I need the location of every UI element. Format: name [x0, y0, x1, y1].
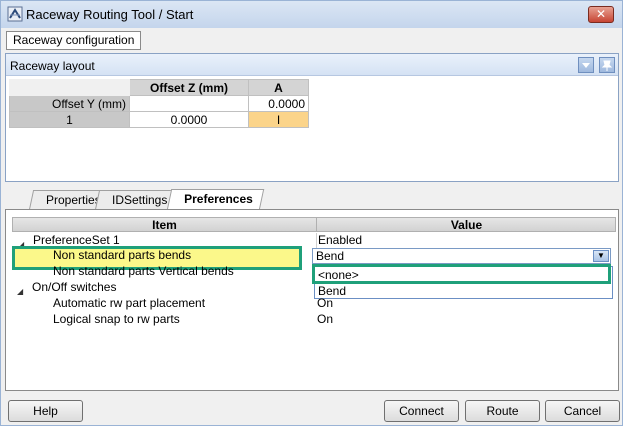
pref-value: On — [317, 296, 334, 310]
connect-button[interactable]: Connect — [384, 400, 459, 422]
pref-item-label: Non standard parts bends — [53, 248, 192, 262]
dropdown-menu-button[interactable] — [578, 57, 594, 73]
pref-row-auto-placement[interactable]: Automatic rw part placement On — [11, 296, 615, 312]
pin-button[interactable] — [599, 57, 615, 73]
pref-row-logical-snap[interactable]: Logical snap to rw parts On — [11, 312, 615, 328]
row-header-1[interactable]: 1 — [9, 111, 130, 128]
cell-row1-offset-z[interactable]: 0.0000 — [129, 111, 249, 128]
pref-item-label: Automatic rw part placement — [53, 296, 206, 310]
help-button[interactable]: Help — [8, 400, 83, 422]
pin-icon — [601, 60, 613, 71]
column-header-value[interactable]: Value — [316, 218, 616, 232]
cancel-button[interactable]: Cancel — [545, 400, 620, 422]
pref-value: Enabled — [318, 233, 363, 247]
tab-raceway-configuration[interactable]: Raceway configuration — [6, 31, 142, 50]
pref-item-label: On/Off switches — [32, 280, 117, 294]
raceway-layout-grid: Offset Z (mm) A Offset Y (mm) 0.0000 1 0… — [9, 79, 309, 128]
combobox-value: Bend — [316, 249, 345, 263]
window-title: Raceway Routing Tool / Start — [26, 7, 194, 22]
close-icon: ✕ — [595, 7, 607, 21]
cell-offset-y-a[interactable]: 0.0000 — [248, 95, 309, 112]
pref-item-label: Logical snap to rw parts — [53, 312, 180, 326]
preferences-header: Item Value — [12, 217, 616, 232]
tab-idsettings[interactable]: IDSettings — [94, 190, 179, 210]
raceway-layout-header: Raceway layout — [6, 54, 618, 76]
cell-offset-y-offset-z[interactable] — [129, 95, 249, 112]
grid-corner — [9, 79, 130, 96]
raceway-layout-title: Raceway layout — [10, 59, 95, 73]
bend-value-combobox[interactable]: Bend ▼ — [312, 248, 611, 264]
pref-item-label: Non standard parts Vertical bends — [53, 264, 234, 278]
chevron-down-icon[interactable]: ▼ — [593, 250, 609, 262]
column-header-item[interactable]: Item — [13, 218, 316, 232]
pref-value: On — [317, 312, 334, 326]
title-bar: Raceway Routing Tool / Start ✕ — [1, 1, 622, 28]
highlight-dropdown-none — [312, 264, 611, 284]
tab-preferences[interactable]: Preferences — [166, 189, 264, 210]
raceway-layout-panel: Raceway layout Offset Z (mm) A Offset Y … — [5, 53, 619, 182]
col-header-offset-z[interactable]: Offset Z (mm) — [129, 79, 249, 96]
raceway-routing-window: Raceway Routing Tool / Start ✕ Raceway c… — [0, 0, 623, 426]
cell-row1-a-selected[interactable]: I — [248, 111, 309, 128]
row-header-offset-y[interactable]: Offset Y (mm) — [9, 95, 130, 112]
raceway-app-icon — [7, 6, 23, 22]
col-header-a[interactable]: A — [248, 79, 309, 96]
close-button[interactable]: ✕ — [588, 6, 614, 23]
menu-arrow-icon — [582, 63, 590, 68]
route-button[interactable]: Route — [465, 400, 540, 422]
